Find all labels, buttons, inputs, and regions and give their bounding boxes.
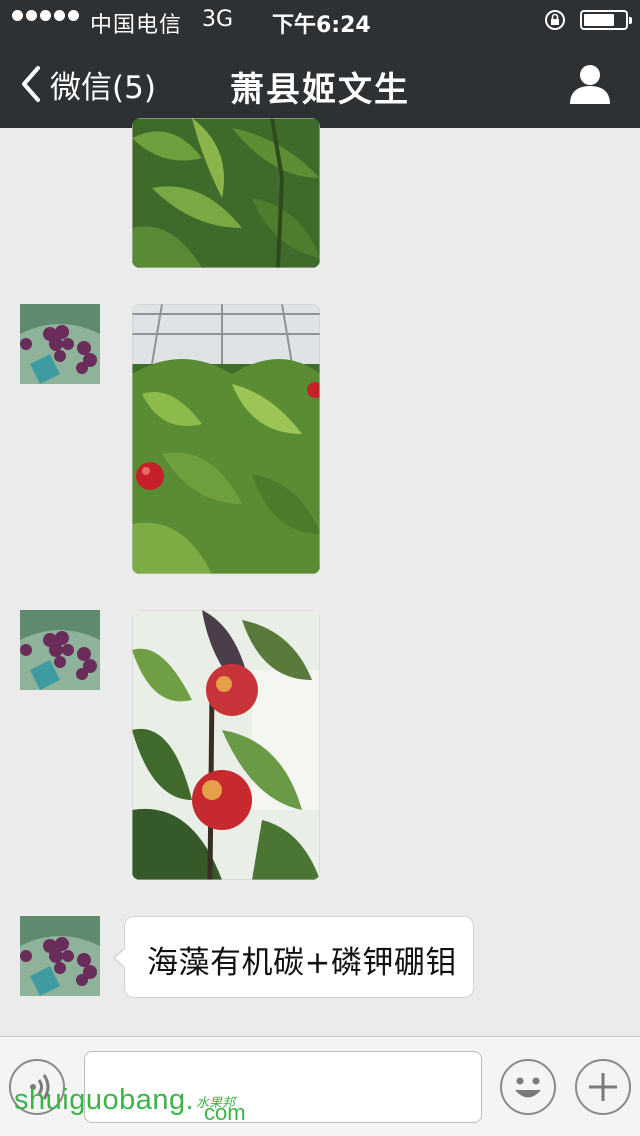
avatar[interactable]	[20, 610, 100, 690]
nav-bar: 微信(5) 萧县姬文生	[0, 40, 640, 128]
status-time: 下午6:24	[272, 13, 371, 38]
emoji-icon	[515, 1077, 541, 1098]
chat-photo-greenhouse[interactable]	[132, 304, 320, 574]
avatar[interactable]	[20, 916, 100, 996]
carrier-label: 中国电信	[90, 13, 183, 38]
message-text-bubble[interactable]: 海藻有机碳+磷钾硼钼	[113, 916, 474, 998]
watermark-domain: com	[204, 1100, 246, 1125]
chat-photo-nectarines[interactable]	[132, 610, 320, 880]
top-bar: 中国电信 3G 下午6:24 微信(5) 萧县姬文生	[0, 0, 640, 128]
grapes-avatar-image	[20, 304, 100, 384]
plus-icon	[589, 1073, 617, 1101]
emoji-button[interactable]	[500, 1059, 556, 1115]
watermark-text: shuiguobang.	[14, 1084, 195, 1116]
nectarines-on-branch-image	[132, 610, 320, 880]
chat-title: 萧县姬文生	[230, 70, 410, 110]
chat-photo-peach-foliage[interactable]	[132, 118, 320, 268]
signal-strength-icon	[12, 10, 79, 21]
person-icon[interactable]	[568, 64, 612, 104]
grapes-avatar-image	[20, 610, 100, 690]
peach-foliage-image	[132, 118, 320, 268]
rotation-lock-icon	[545, 10, 565, 30]
greenhouse-peaches-image	[132, 304, 320, 574]
status-bar: 中国电信 3G 下午6:24	[0, 0, 640, 40]
plus-button[interactable]	[575, 1059, 631, 1115]
avatar[interactable]	[20, 304, 100, 384]
network-type: 3G	[202, 7, 234, 32]
grapes-avatar-image	[20, 916, 100, 996]
battery-icon	[580, 10, 632, 30]
